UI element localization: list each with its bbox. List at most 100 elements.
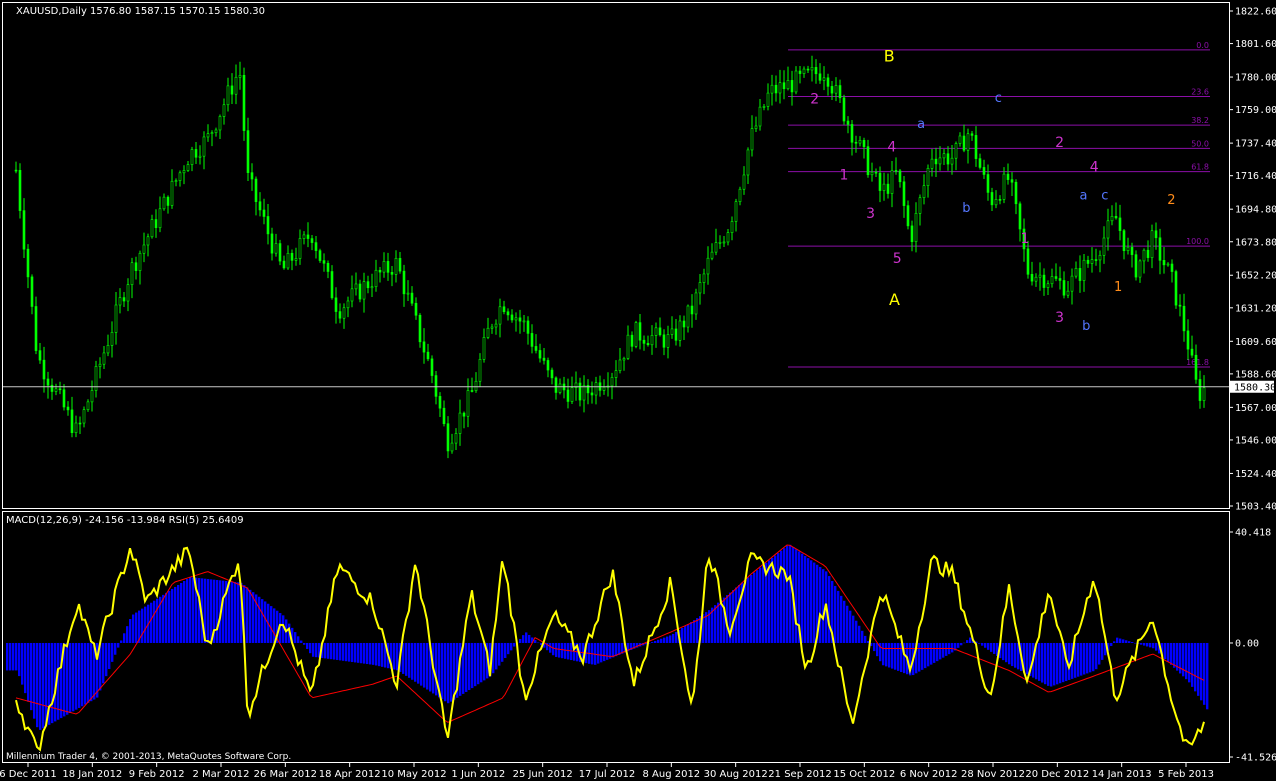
candle-body — [570, 387, 574, 402]
price-tick-label: 1567.00 — [1235, 403, 1276, 414]
macd-bar — [324, 642, 327, 659]
macd-bar — [117, 642, 120, 648]
candle-body — [22, 210, 26, 250]
macd-bar — [303, 642, 306, 645]
candle-body — [154, 219, 158, 229]
candle-body — [698, 282, 702, 294]
wave-label: 3 — [1055, 310, 1064, 326]
time-tick-label: 20 Dec 2012 — [1025, 769, 1089, 780]
candle-body — [922, 185, 926, 198]
macd-bar — [759, 567, 762, 643]
candle-body — [1030, 273, 1034, 282]
candle-body — [1074, 268, 1078, 277]
candle-body — [374, 269, 378, 288]
candle-body — [86, 401, 90, 411]
candle-body — [338, 311, 342, 319]
macd-bar — [561, 642, 564, 659]
candle-body — [194, 149, 198, 158]
macd-bar — [963, 642, 966, 644]
candle-body — [46, 378, 50, 386]
macd-bar — [150, 602, 153, 643]
macd-bar — [876, 642, 879, 657]
macd-bar — [1143, 642, 1146, 646]
candle-body — [1010, 179, 1014, 183]
candle-body — [98, 363, 102, 367]
candle-body — [1038, 274, 1042, 278]
candle-body — [822, 77, 826, 81]
macd-bar — [81, 642, 84, 707]
candle-body — [998, 199, 1002, 201]
macd-bar — [957, 642, 960, 648]
candle-body — [170, 180, 174, 206]
macd-bar — [237, 582, 240, 643]
candle-body — [202, 136, 206, 157]
wave-label: 2 — [1055, 135, 1064, 151]
macd-bar — [936, 642, 939, 662]
candle-body — [1162, 260, 1166, 266]
macd-bar — [606, 642, 609, 660]
wave-label: 5 — [893, 251, 902, 267]
macd-bar — [186, 579, 189, 643]
candle-body — [590, 392, 594, 396]
candle-body — [1186, 330, 1190, 350]
macd-bar — [498, 642, 501, 666]
price-tick-label: 1546.00 — [1235, 435, 1276, 446]
candle-body — [1046, 283, 1050, 288]
macd-bar — [564, 642, 567, 659]
macd-bar — [927, 642, 930, 667]
wave-label: 3 — [866, 206, 875, 222]
candle-body — [382, 261, 386, 273]
fib-level-label: 38.2 — [1191, 116, 1209, 125]
time-tick-label: 28 Nov 2012 — [961, 769, 1025, 780]
candle-body — [918, 197, 922, 214]
macd-bar — [345, 642, 348, 662]
candle-body — [850, 124, 854, 143]
candle-body — [602, 386, 606, 391]
candle-body — [186, 164, 190, 171]
candle-body — [1058, 278, 1062, 281]
fib-level-label: 0.0 — [1196, 41, 1209, 50]
candle-body — [626, 334, 630, 359]
macd-bar — [1095, 642, 1098, 670]
candle-body — [1106, 220, 1110, 239]
macd-bar — [873, 642, 876, 652]
wave-label: 4 — [1090, 160, 1099, 176]
macd-bar — [714, 605, 717, 643]
candle-body — [218, 116, 222, 131]
wave-label: 2 — [810, 91, 819, 107]
macd-bar — [27, 642, 30, 702]
macd-bar — [297, 636, 300, 643]
candle-body — [78, 422, 82, 425]
macd-bar — [381, 642, 384, 667]
macd-bar — [696, 618, 699, 643]
macd-bar — [51, 642, 54, 724]
candle-body — [314, 242, 318, 251]
macd-bar — [945, 642, 948, 656]
candle-body — [1078, 268, 1082, 281]
macd-bar — [783, 548, 786, 643]
candle-body — [890, 170, 894, 194]
price-tick-label: 1652.20 — [1235, 271, 1276, 282]
macd-bar — [501, 642, 504, 662]
candle-body — [950, 157, 954, 165]
macd-bar — [360, 642, 363, 664]
macd-bar — [756, 570, 759, 643]
macd-bar — [1185, 642, 1188, 680]
chart-canvas[interactable]: 1822.60 1801.60 1780.00 1759.00 1737.40 1716.… — [0, 0, 1276, 781]
macd-bar — [42, 642, 45, 729]
candle-body — [906, 205, 910, 227]
candle-body — [1042, 274, 1046, 288]
macd-bar — [246, 587, 249, 643]
macd-bar — [333, 642, 336, 660]
candle-body — [962, 135, 966, 151]
candle-body — [894, 170, 898, 172]
candle-body — [106, 345, 110, 354]
price-tick-label: 1780.00 — [1235, 73, 1276, 84]
candle-body — [754, 125, 758, 129]
candle-body — [102, 352, 106, 365]
time-tick-label: 15 Oct 2012 — [833, 769, 895, 780]
macd-bar — [510, 642, 513, 651]
candle-body — [230, 85, 234, 95]
macd-bar — [747, 577, 750, 643]
macd-bar — [687, 624, 690, 643]
